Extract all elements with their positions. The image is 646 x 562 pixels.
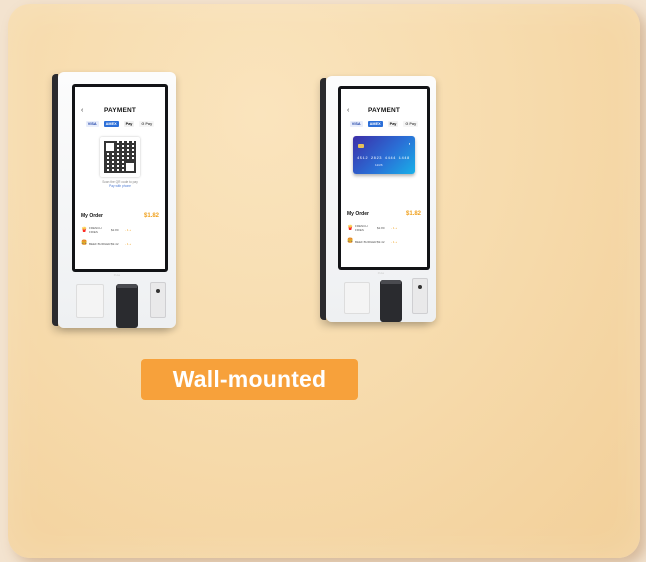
payment-header: ‹ PAYMENT <box>75 103 165 117</box>
page-title: PAYMENT <box>103 106 137 114</box>
list-item: 🍔 BEEF BURGER $9.42 - 1 + <box>75 241 165 246</box>
brand-mark: Pulse <box>377 272 385 275</box>
quantity-stepper[interactable]: - 1 + <box>125 242 131 246</box>
scan-instructions: Scan the QR code to pay Pay with phone <box>75 180 165 188</box>
quantity-stepper[interactable]: - 1 + <box>391 240 397 244</box>
scan-link[interactable]: Pay with phone <box>75 184 165 188</box>
kiosk-side-edge <box>320 78 326 320</box>
item-price: $9.42 <box>111 241 119 246</box>
order-summary: My Order $1.82 🍟 FRENCH FRIES $2.80 - 1 … <box>341 211 427 244</box>
scanner-camera <box>150 282 166 318</box>
kiosk-display[interactable]: ‹ PAYMENT VISA AMEX Pay G Pay Scan the Q… <box>75 87 165 269</box>
google-pay-method[interactable]: G Pay <box>403 121 419 127</box>
order-total: $1.82 <box>405 211 421 217</box>
receipt-printer <box>380 280 402 322</box>
apple-pay-method[interactable]: Pay <box>387 121 399 127</box>
mount-type-label: Wall-mounted <box>141 359 358 400</box>
amex-method[interactable]: AMEX <box>367 121 383 127</box>
burger-icon: 🍔 <box>347 238 354 244</box>
camera-lens-icon <box>156 289 160 293</box>
list-item: 🍔 BEEF BURGER $9.42 - 1 + <box>341 239 427 244</box>
order-title: My Order <box>81 213 103 219</box>
page-title: PAYMENT <box>367 106 401 114</box>
payment-header: ‹ PAYMENT <box>341 103 427 117</box>
card-logo-icon: ◐ <box>408 141 411 146</box>
camera-lens-icon <box>418 285 422 289</box>
item-name: FRENCH FRIES <box>89 226 102 234</box>
qr-code <box>100 137 140 177</box>
list-item: 🍟 FRENCH FRIES $2.80 - 1 + <box>341 224 427 232</box>
qr-code-icon <box>104 141 136 173</box>
visa-method[interactable]: VISA <box>85 121 99 127</box>
kiosk-display[interactable]: ‹ PAYMENT VISA AMEX Pay G Pay ◐ 4512 282… <box>341 89 427 267</box>
nfc-reader[interactable] <box>76 284 104 318</box>
item-name: BEEF BURGER <box>89 241 111 246</box>
order-total: $1.82 <box>143 213 159 219</box>
kiosk-right: ‹ PAYMENT VISA AMEX Pay G Pay ◐ 4512 282… <box>320 76 436 322</box>
back-icon[interactable]: ‹ <box>347 107 349 114</box>
list-item: 🍟 FRENCH FRIES $2.80 - 1 + <box>75 226 165 234</box>
card-number: 4512 2823 4444 1448 <box>357 157 410 161</box>
quantity-stepper[interactable]: - 1 + <box>125 228 131 232</box>
burger-icon: 🍔 <box>81 240 88 246</box>
quantity-stepper[interactable]: - 1 + <box>391 226 397 230</box>
scanner-camera <box>412 278 428 314</box>
brand-mark: Pulse <box>113 274 121 277</box>
amex-method[interactable]: AMEX <box>103 121 119 127</box>
google-pay-method[interactable]: G Pay <box>139 121 155 127</box>
fries-icon: 🍟 <box>347 224 354 231</box>
item-price: $2.80 <box>377 226 385 230</box>
nfc-reader[interactable] <box>344 282 370 314</box>
item-price: $9.42 <box>377 239 385 244</box>
card-expiry: 12/26 <box>375 163 383 167</box>
order-summary: My Order $1.82 🍟 FRENCH FRIES $2.80 - 1 … <box>75 213 165 246</box>
kiosk-side-edge <box>52 74 58 326</box>
item-name: BEEF BURGER <box>355 239 377 244</box>
item-price: $2.80 <box>111 228 119 232</box>
product-showcase: ‹ PAYMENT VISA AMEX Pay G Pay Scan the Q… <box>0 0 646 562</box>
item-name: FRENCH FRIES <box>355 224 368 232</box>
kiosk-screen: ‹ PAYMENT VISA AMEX Pay G Pay Scan the Q… <box>72 84 168 272</box>
payment-methods: VISA AMEX Pay G Pay <box>341 121 427 127</box>
kiosk-screen: ‹ PAYMENT VISA AMEX Pay G Pay ◐ 4512 282… <box>338 86 430 270</box>
credit-card-image: ◐ 4512 2823 4444 1448 12/26 <box>353 136 415 174</box>
receipt-printer <box>116 284 138 328</box>
kiosk-left: ‹ PAYMENT VISA AMEX Pay G Pay Scan the Q… <box>52 72 176 328</box>
payment-methods: VISA AMEX Pay G Pay <box>75 121 165 127</box>
apple-pay-method[interactable]: Pay <box>123 121 135 127</box>
order-title: My Order <box>347 211 369 217</box>
visa-method[interactable]: VISA <box>349 121 363 127</box>
card-chip-icon <box>358 144 364 148</box>
back-icon[interactable]: ‹ <box>81 107 83 114</box>
fries-icon: 🍟 <box>81 226 88 233</box>
